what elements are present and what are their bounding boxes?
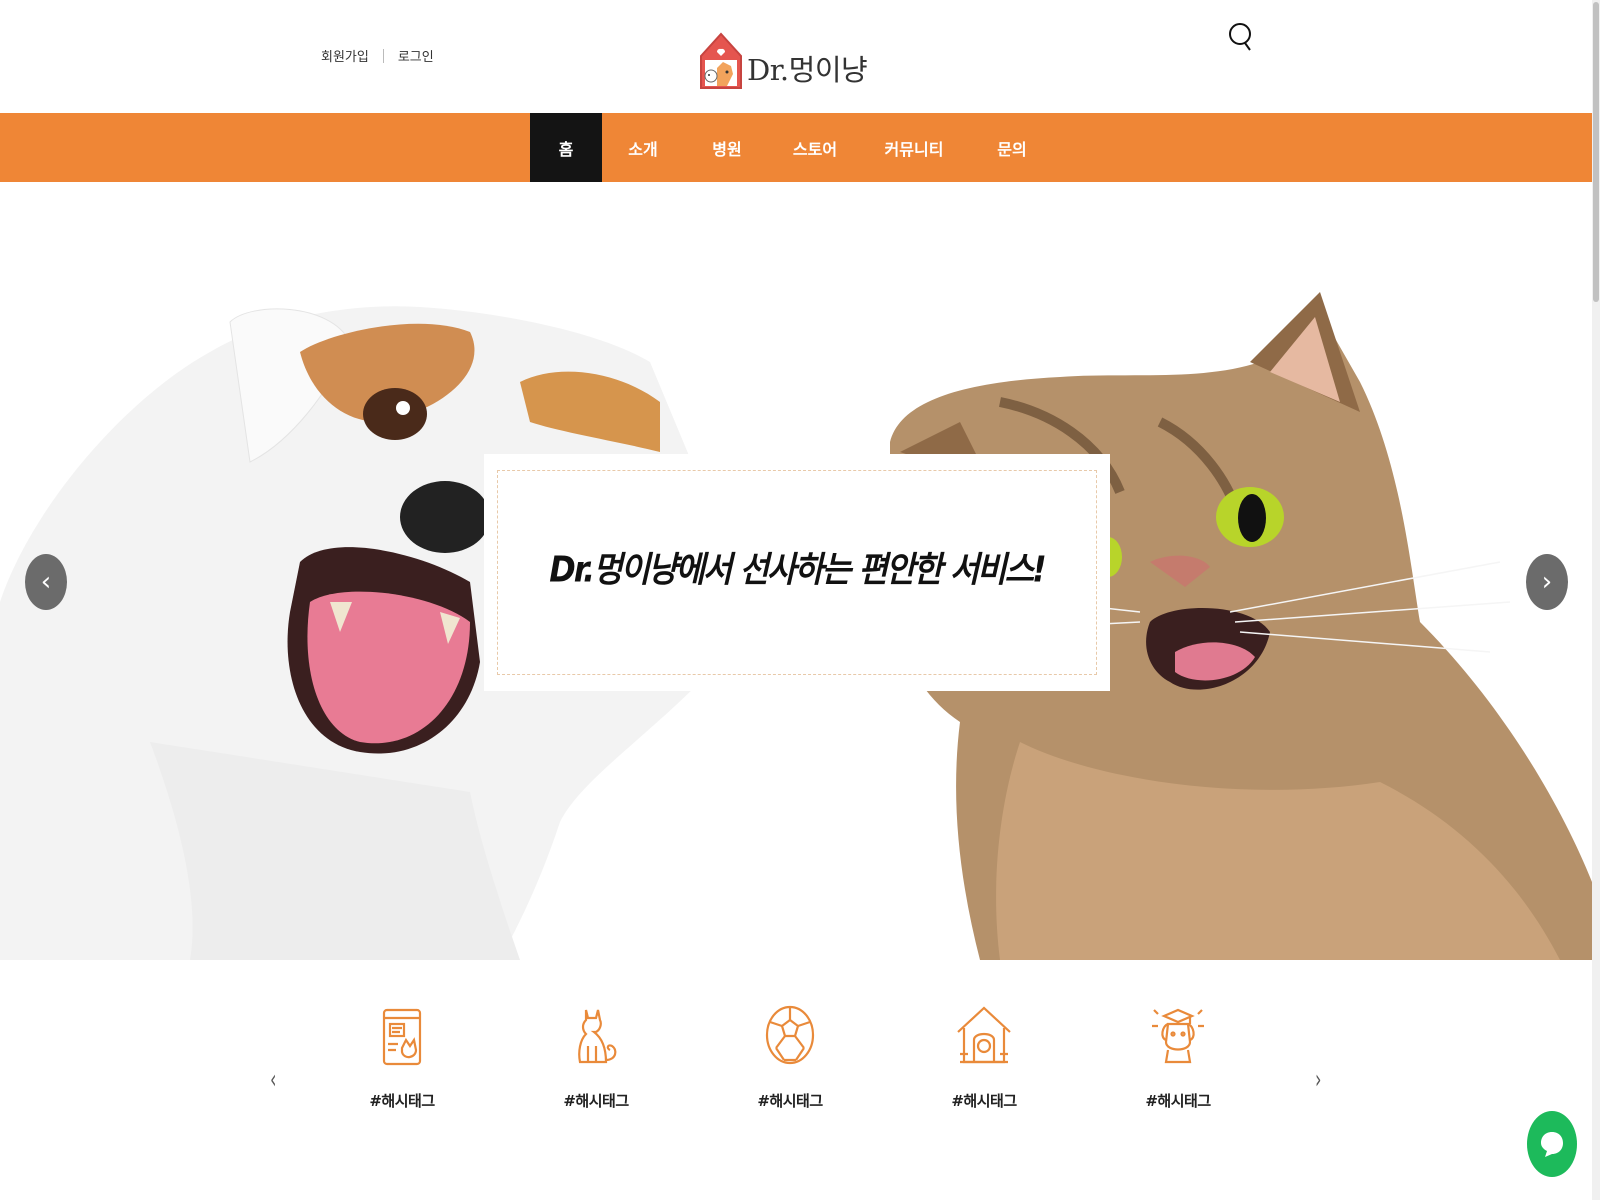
chevron-left-icon: ‹ xyxy=(40,567,52,597)
pet-food-bag-icon xyxy=(382,1008,422,1066)
category-item[interactable]: #해시태그 xyxy=(730,1002,850,1111)
logo-house-icon xyxy=(700,32,742,89)
category-next-button[interactable]: › xyxy=(1315,1065,1321,1095)
cat-icon xyxy=(578,1009,617,1064)
category-item[interactable]: #해시태그 xyxy=(924,1002,1044,1111)
site-logo[interactable]: Dr.멍이냥 xyxy=(697,26,868,92)
nav-item-store[interactable]: 스토어 xyxy=(770,113,860,182)
hero-caption-box: Dr.멍이냥에서 선사하는 편안한 서비스! xyxy=(484,454,1110,691)
main-nav: 홈 소개 병원 스토어 커뮤니티 문의 xyxy=(0,113,1592,182)
category-item[interactable]: #해시태그 xyxy=(342,1002,462,1111)
category-label: #해시태그 xyxy=(369,1092,435,1110)
nav-item-contact[interactable]: 문의 xyxy=(968,113,1056,182)
chevron-right-icon: › xyxy=(1541,567,1553,597)
logo-text: Dr.멍이냥 xyxy=(747,53,868,87)
category-item[interactable]: #해시태그 xyxy=(1118,1002,1238,1111)
hero-caption: Dr.멍이냥에서 선사하는 편안한 서비스! xyxy=(549,547,1047,590)
nav-item-home[interactable]: 홈 xyxy=(530,113,602,182)
search-button[interactable] xyxy=(1226,20,1256,54)
category-label: #해시태그 xyxy=(563,1092,629,1110)
chat-button[interactable] xyxy=(1527,1111,1577,1177)
auth-divider xyxy=(382,48,384,63)
scrollbar-thumb[interactable] xyxy=(1593,2,1599,302)
nav-item-about[interactable]: 소개 xyxy=(602,113,684,182)
hero-slider: Dr.멍이냥에서 선사하는 편안한 서비스! ‹ › xyxy=(0,182,1592,960)
login-link[interactable]: 로그인 xyxy=(398,46,434,65)
category-slider: ‹ #해시태그 #해시태그 #해시태그 #해시태그 #해시태그 › xyxy=(0,960,1592,1200)
hero-prev-button[interactable]: ‹ xyxy=(25,554,67,610)
nav-item-community[interactable]: 커뮤니티 xyxy=(860,113,968,182)
auth-links: 회원가입 로그인 xyxy=(321,46,434,65)
category-item[interactable]: #해시태그 xyxy=(536,1002,656,1111)
signup-link[interactable]: 회원가입 xyxy=(321,46,369,65)
chat-bubble-icon xyxy=(1541,1132,1563,1157)
site-header: 회원가입 로그인 Dr.멍이냥 xyxy=(0,0,1592,113)
category-label: #해시태그 xyxy=(757,1092,823,1110)
category-prev-button[interactable]: ‹ xyxy=(270,1065,276,1095)
category-label: #해시태그 xyxy=(1145,1092,1211,1110)
search-icon xyxy=(1229,23,1251,51)
hero-next-button[interactable]: › xyxy=(1526,554,1568,610)
category-label: #해시태그 xyxy=(951,1092,1017,1110)
page-scrollbar[interactable] xyxy=(1592,0,1600,1200)
ball-icon xyxy=(765,1005,815,1065)
dog-house-icon xyxy=(957,1006,1011,1064)
graduate-dog-icon xyxy=(1152,1008,1204,1064)
nav-item-hospital[interactable]: 병원 xyxy=(684,113,770,182)
